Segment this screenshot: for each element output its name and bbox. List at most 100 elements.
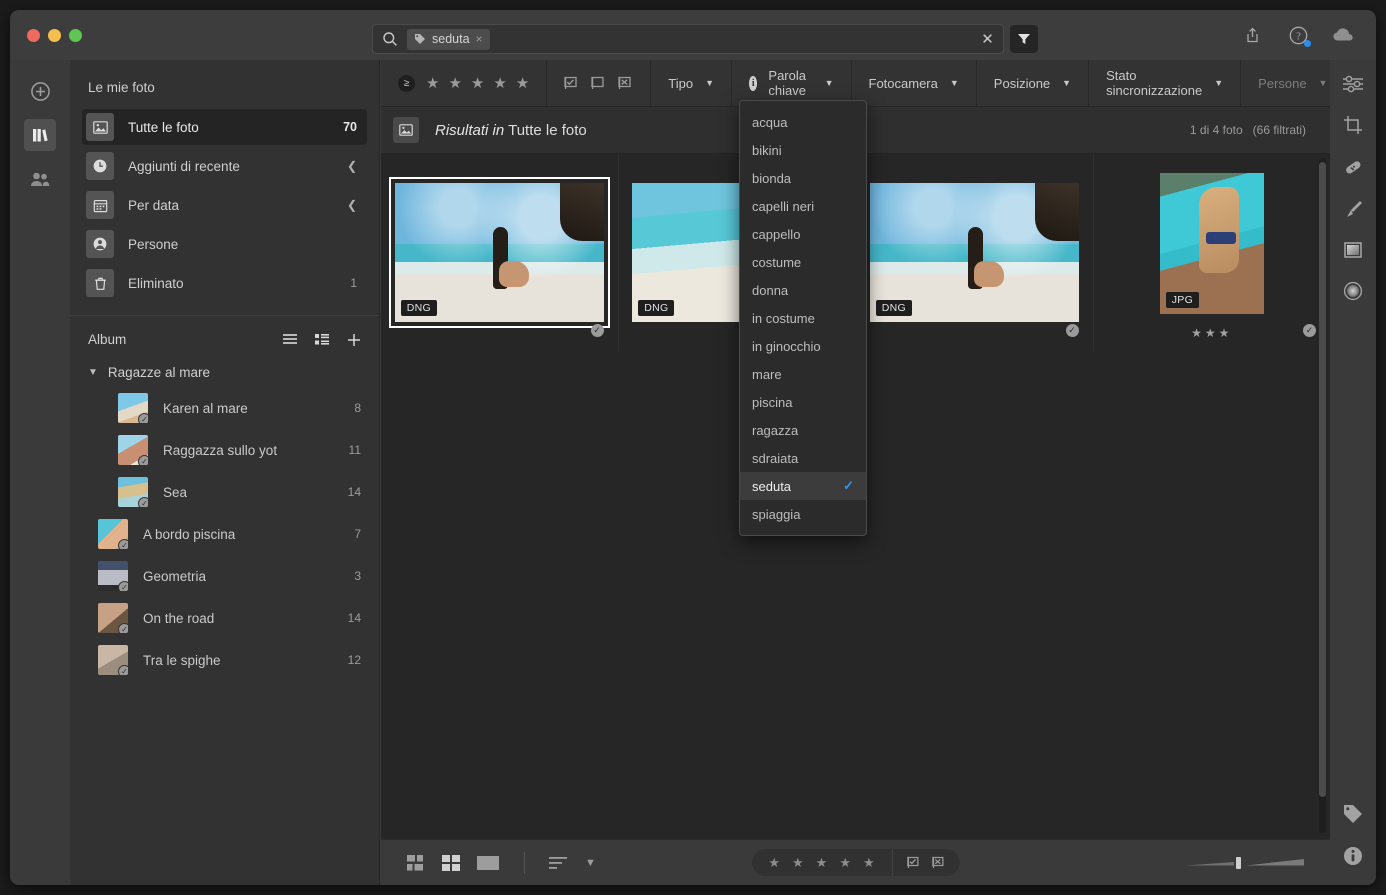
gradient-icon[interactable]	[1343, 240, 1363, 260]
plus-icon[interactable]	[347, 333, 361, 347]
dropdown-option-capelli-neri[interactable]: capelli neri	[740, 192, 866, 220]
sidebar-item-deleted[interactable]: Eliminato 1	[82, 265, 367, 301]
sidebar-item-all-photos[interactable]: Tutte le foto 70	[82, 109, 367, 145]
album-item-a-bordo-piscina[interactable]: ✓ A bordo piscina 7	[70, 513, 379, 555]
share-icon[interactable]	[1240, 23, 1264, 47]
synced-icon: ✓	[138, 455, 148, 465]
filter-tipo[interactable]: Tipo ▼	[651, 60, 732, 106]
chevron-left-icon[interactable]: ❮	[347, 159, 357, 173]
minimize-window-button[interactable]	[48, 28, 61, 42]
clear-search-button[interactable]: ✕	[972, 24, 1003, 54]
dropdown-option-costume[interactable]: costume	[740, 248, 866, 276]
radial-icon[interactable]	[1342, 280, 1364, 302]
dropdown-option-sdraiata[interactable]: sdraiata	[740, 444, 866, 472]
album-item-on-the-road[interactable]: ✓ On the road 14	[70, 597, 379, 639]
remove-keyword-icon[interactable]: ×	[476, 33, 483, 45]
dropdown-option-cappello[interactable]: cappello	[740, 220, 866, 248]
album-item-sea[interactable]: ✓ Sea 14	[70, 471, 379, 513]
chevron-down-icon: ▼	[1214, 78, 1224, 88]
album-item-karen-al-mare[interactable]: ✓ Karen al mare 8	[70, 387, 379, 429]
grid-scrollbar[interactable]	[1319, 158, 1326, 833]
bottom-star-4[interactable]: ★	[839, 855, 851, 871]
brush-icon[interactable]	[1342, 198, 1364, 220]
grid-scrollbar-thumb[interactable]	[1319, 162, 1326, 797]
dropdown-option-mare[interactable]: mare	[740, 360, 866, 388]
shared-icon[interactable]	[24, 163, 56, 195]
album-item-tra-le-spighe[interactable]: ✓ Tra le spighe 12	[70, 639, 379, 681]
bottom-star-2[interactable]: ★	[792, 855, 804, 871]
filter-flags[interactable]	[547, 60, 652, 106]
check-icon: ✓	[843, 478, 854, 493]
square-grid-view-icon[interactable]	[407, 854, 426, 871]
star-5[interactable]: ★	[516, 74, 529, 92]
search-keyword-chip[interactable]: seduta ×	[407, 28, 490, 50]
filter-fotocamera[interactable]: Fotocamera ▼	[852, 60, 977, 106]
crop-icon[interactable]	[1342, 114, 1364, 136]
sort-icon[interactable]	[549, 856, 569, 870]
close-window-button[interactable]	[27, 28, 40, 42]
library-icon[interactable]	[24, 119, 56, 151]
dropdown-option-in-ginocchio[interactable]: in ginocchio	[740, 332, 866, 360]
star-4[interactable]: ★	[493, 74, 506, 92]
flag-picked-icon[interactable]	[564, 76, 579, 90]
dropdown-option-ragazza[interactable]: ragazza	[740, 416, 866, 444]
album-group-ragazze-al-mare[interactable]: ▼ Ragazze al mare	[70, 357, 379, 387]
album-label: Raggazza sullo yot	[163, 442, 278, 458]
info-icon[interactable]	[1342, 845, 1364, 867]
person-icon	[86, 230, 114, 258]
photo-thumbnail[interactable]: JPG	[1159, 173, 1264, 314]
photo-cell-1[interactable]: DNG ✓	[381, 154, 619, 351]
chevron-left-icon[interactable]: ❮	[347, 198, 357, 212]
healing-icon[interactable]	[1342, 156, 1364, 178]
bottom-rating-stars[interactable]: ★ ★ ★ ★ ★	[751, 855, 891, 871]
dropdown-option-bionda[interactable]: bionda	[740, 164, 866, 192]
grid-view-icon[interactable]	[315, 333, 329, 346]
edit-sliders-icon[interactable]	[1342, 74, 1364, 94]
star-2[interactable]: ★	[448, 74, 461, 92]
cloud-icon[interactable]	[1332, 23, 1356, 47]
filter-rating[interactable]: ≥ ★ ★ ★ ★ ★	[381, 60, 548, 106]
star-1[interactable]: ★	[426, 74, 439, 92]
filter-stato-sincronizzazione[interactable]: Stato sincronizzazione ▼	[1089, 60, 1242, 106]
album-item-raggazza-sullo-yot[interactable]: ✓ Raggazza sullo yot 11	[70, 429, 379, 471]
star-3[interactable]: ★	[471, 74, 484, 92]
dropdown-option-in-costume[interactable]: in costume	[740, 304, 866, 332]
photo-thumbnail[interactable]: DNG	[388, 177, 610, 328]
filter-toggle-button[interactable]	[1010, 25, 1038, 53]
sort-chevron-down-icon[interactable]: ▼	[585, 857, 596, 869]
dropdown-option-piscina[interactable]: piscina	[740, 388, 866, 416]
dropdown-option-donna[interactable]: donna	[740, 276, 866, 304]
sidebar-item-people[interactable]: Persone	[82, 226, 367, 262]
rating-operator-icon[interactable]: ≥	[398, 74, 415, 92]
bottom-star-3[interactable]: ★	[816, 855, 828, 871]
dropdown-option-acqua[interactable]: acqua	[740, 108, 866, 136]
flag-rejected-icon[interactable]	[618, 76, 633, 90]
flag-unflagged-icon[interactable]	[591, 76, 606, 90]
help-icon[interactable]: ?	[1286, 23, 1311, 47]
add-photos-icon[interactable]	[24, 75, 56, 107]
album-thumbnail: ✓	[118, 477, 148, 507]
photo-cell-4[interactable]: JPG ★★★ ✓	[1094, 154, 1331, 351]
photo-thumbnail[interactable]: DNG	[869, 183, 1079, 322]
single-photo-view-icon[interactable]	[477, 855, 500, 871]
sidebar-item-recently-added[interactable]: Aggiunti di recente ❮	[82, 148, 367, 184]
flag-picked-icon[interactable]	[907, 856, 921, 869]
photo-cell-3[interactable]: DNG ✓	[856, 154, 1094, 351]
thumbnail-size-slider[interactable]	[1186, 853, 1306, 873]
rating-stars[interactable]: ★ ★ ★ ★ ★	[426, 74, 529, 92]
bottom-star-5[interactable]: ★	[863, 855, 875, 871]
maximize-window-button[interactable]	[69, 28, 82, 42]
grid-view-icon[interactable]	[442, 854, 461, 871]
tag-icon[interactable]	[1342, 803, 1364, 825]
search-bar[interactable]: seduta ×	[372, 24, 1004, 54]
flag-rejected-icon[interactable]	[932, 856, 946, 869]
album-item-geometria[interactable]: ✓ Geometria 3	[70, 555, 379, 597]
dropdown-option-seduta[interactable]: seduta ✓	[740, 472, 866, 500]
bottom-star-1[interactable]: ★	[768, 855, 780, 871]
list-view-icon[interactable]	[283, 333, 297, 346]
dropdown-option-spiaggia[interactable]: spiaggia	[740, 500, 866, 528]
sidebar-item-by-date[interactable]: Per data ❮	[82, 187, 367, 223]
album-thumbnail: ✓	[98, 519, 128, 549]
dropdown-option-bikini[interactable]: bikini	[740, 136, 866, 164]
filter-posizione[interactable]: Posizione ▼	[977, 60, 1090, 106]
